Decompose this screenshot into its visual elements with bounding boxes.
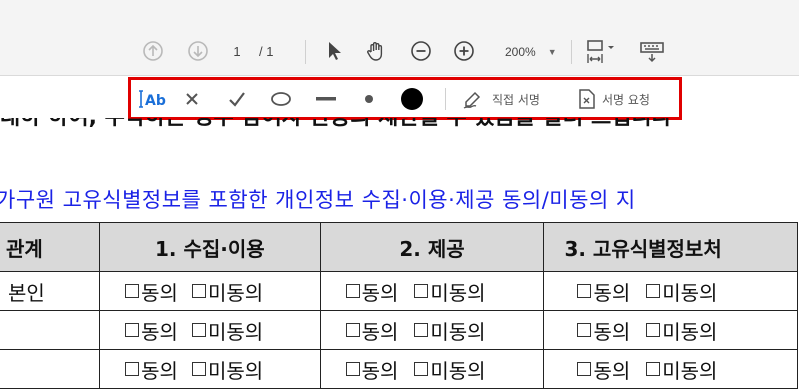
add-text-icon[interactable]: Ab xyxy=(136,86,166,112)
disagree-checkbox[interactable]: 미동의 xyxy=(646,355,717,384)
page-count: / 1 xyxy=(259,40,273,62)
agree-checkbox[interactable]: 동의 xyxy=(577,316,630,345)
agree-checkbox[interactable]: 동의 xyxy=(345,316,398,345)
disagree-checkbox[interactable]: 미동의 xyxy=(191,277,263,306)
relation-cell: 본인 xyxy=(0,271,101,311)
sign-yourself-button[interactable]: 직접 서명 xyxy=(462,86,540,112)
sign-yourself-label: 직접 서명 xyxy=(492,92,540,107)
color-picker-icon[interactable] xyxy=(398,85,426,113)
request-signatures-button[interactable]: 서명 요청 xyxy=(578,86,650,112)
svg-text:Ab: Ab xyxy=(145,93,166,109)
disagree-checkbox[interactable]: 미동의 xyxy=(646,316,717,345)
disagree-checkbox[interactable]: 미동의 xyxy=(191,355,263,384)
agree-checkbox[interactable]: 동의 xyxy=(125,355,178,384)
circle-icon[interactable] xyxy=(267,86,295,112)
agree-checkbox[interactable]: 동의 xyxy=(345,277,398,306)
unique-id-consent-cell: 동의 미동의 xyxy=(543,349,798,389)
disagree-checkbox[interactable]: 미동의 xyxy=(414,355,486,384)
header-relation: 관계 xyxy=(0,222,101,272)
checkmark-icon[interactable] xyxy=(225,86,249,112)
cross-mark-icon[interactable] xyxy=(180,86,204,112)
table-row: 동의 미동의 동의 미동의 동의 미동의 xyxy=(0,310,798,350)
agree-checkbox[interactable]: 동의 xyxy=(125,277,178,306)
provision-consent-cell: 동의 미동의 xyxy=(319,349,545,389)
select-cursor-icon[interactable] xyxy=(322,39,346,63)
header-provision: 2. 제공 xyxy=(319,222,545,272)
disagree-checkbox[interactable]: 미동의 xyxy=(646,277,717,306)
header-unique-id: 3. 고유식별정보처 xyxy=(543,222,798,272)
zoom-level-value: 200% xyxy=(505,45,536,59)
unique-id-consent-cell: 동의 미동의 xyxy=(543,310,798,350)
collection-consent-cell: 동의 미동의 xyxy=(99,271,321,311)
dot-icon[interactable] xyxy=(357,86,381,112)
zoom-out-icon[interactable] xyxy=(409,39,433,63)
next-page-icon[interactable] xyxy=(186,39,210,63)
keyboard-icon[interactable] xyxy=(638,38,666,66)
unique-id-consent-cell: 동의 미동의 xyxy=(543,271,798,311)
collection-consent-cell: 동의 미동의 xyxy=(99,349,321,389)
previous-page-icon[interactable] xyxy=(141,39,165,63)
page-number-input[interactable]: 1 xyxy=(226,40,248,62)
page-separator: / xyxy=(259,43,263,59)
provision-consent-cell: 동의 미동의 xyxy=(319,310,545,350)
hand-tool-icon[interactable] xyxy=(363,38,389,64)
consent-table: 관계 1. 수집·이용 2. 제공 3. 고유식별정보처 본인 동의 미동의 동… xyxy=(0,222,798,389)
page-display-icon[interactable] xyxy=(584,38,620,66)
table-header-row: 관계 1. 수집·이용 2. 제공 3. 고유식별정보처 xyxy=(0,222,798,272)
provision-consent-cell: 동의 미동의 xyxy=(319,271,545,311)
relation-cell xyxy=(0,349,101,389)
disagree-checkbox[interactable]: 미동의 xyxy=(414,277,486,306)
collection-consent-cell: 동의 미동의 xyxy=(99,310,321,350)
relation-cell xyxy=(0,310,101,350)
toolbar-divider xyxy=(445,88,446,110)
agree-checkbox[interactable]: 동의 xyxy=(577,277,630,306)
main-toolbar: 1 / 1 200% ▼ xyxy=(0,0,799,76)
fill-and-sign-toolbar: Ab 직접 서명 서명 요청 xyxy=(128,77,682,120)
agree-checkbox[interactable]: 동의 xyxy=(125,316,178,345)
zoom-in-icon[interactable] xyxy=(452,39,476,63)
disagree-checkbox[interactable]: 미동의 xyxy=(414,316,486,345)
request-signatures-label: 서명 요청 xyxy=(602,92,650,107)
zoom-level-select[interactable]: 200% ▼ xyxy=(497,40,563,64)
agree-checkbox[interactable]: 동의 xyxy=(345,355,398,384)
section-heading: 가구원 고유식별정보를 포함한 개인정보 수집·이용·제공 동의/미동의 지 xyxy=(0,188,636,212)
toolbar-divider xyxy=(571,40,572,64)
document-cut-text-line: 대하 하여, 수락하는 경우 참여자 관등의 제한될 수 있음을 알려 드립니다 xyxy=(0,118,799,136)
header-collection-use: 1. 수집·이용 xyxy=(99,222,321,272)
page-total: 1 xyxy=(266,43,274,59)
disagree-checkbox[interactable]: 미동의 xyxy=(191,316,263,345)
table-row: 본인 동의 미동의 동의 미동의 동의 미동의 xyxy=(0,271,798,311)
toolbar-divider xyxy=(305,40,306,64)
table-row: 동의 미동의 동의 미동의 동의 미동의 xyxy=(0,349,798,389)
line-icon[interactable] xyxy=(312,86,340,112)
chevron-down-icon: ▼ xyxy=(547,47,557,57)
agree-checkbox[interactable]: 동의 xyxy=(577,355,630,384)
